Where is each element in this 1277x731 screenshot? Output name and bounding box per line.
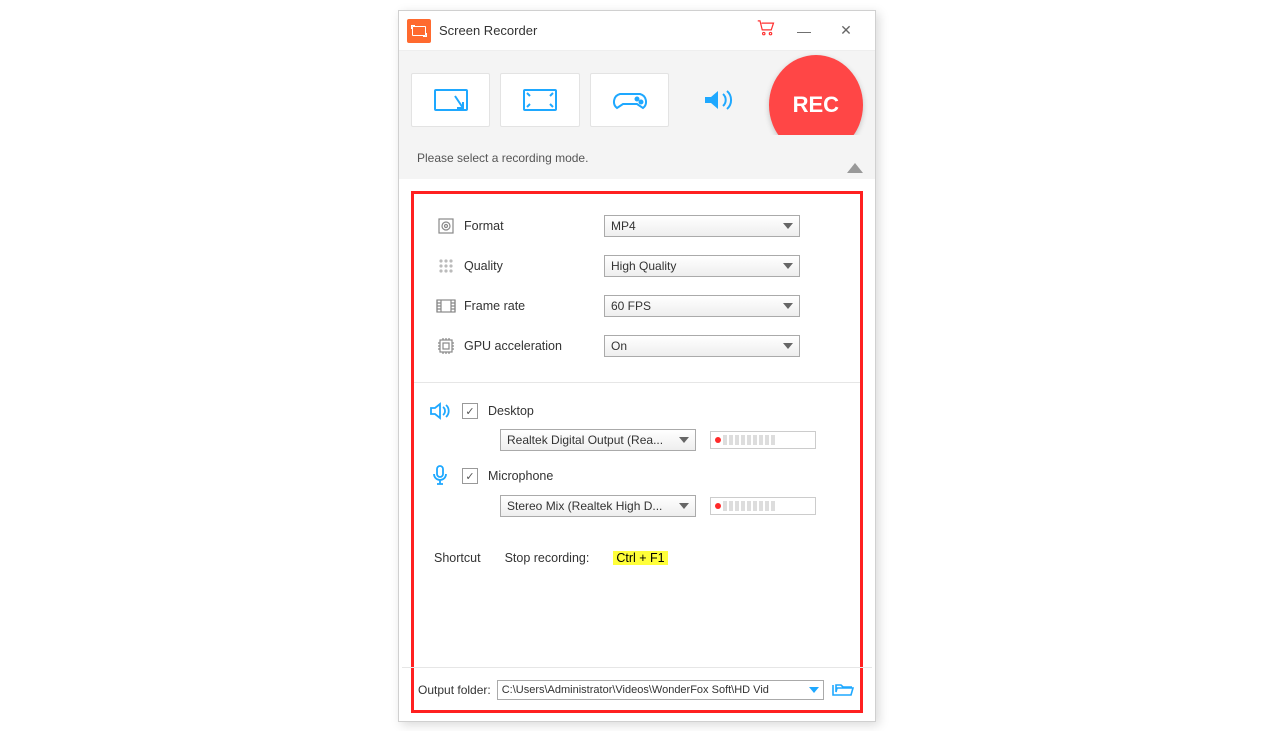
record-label: REC xyxy=(793,92,839,118)
desktop-device-select[interactable]: Realtek Digital Output (Rea... xyxy=(500,429,696,451)
divider xyxy=(414,382,860,383)
gpu-label: GPU acceleration xyxy=(464,339,604,353)
mode-fullscreen-button[interactable] xyxy=(500,73,579,127)
chevron-down-icon xyxy=(679,437,689,443)
output-folder-label: Output folder: xyxy=(418,683,491,697)
app-title: Screen Recorder xyxy=(439,23,537,38)
mic-audio-block: ✓ Microphone Stereo Mix (Realtek High D.… xyxy=(428,465,846,517)
stop-recording-label: Stop recording: xyxy=(505,551,590,565)
shortcut-key: Ctrl + F1 xyxy=(613,551,667,565)
desktop-label: Desktop xyxy=(488,404,534,418)
microphone-icon xyxy=(428,465,452,487)
row-framerate: Frame rate 60 FPS xyxy=(428,288,846,324)
shortcut-row: Shortcut Stop recording: Ctrl + F1 xyxy=(428,531,846,571)
format-select[interactable]: MP4 xyxy=(604,215,800,237)
desktop-audio-block: ✓ Desktop Realtek Digital Output (Rea... xyxy=(428,401,846,451)
app-logo-icon xyxy=(407,19,431,43)
mic-device-select[interactable]: Stereo Mix (Realtek High D... xyxy=(500,495,696,517)
gpu-icon xyxy=(428,337,464,355)
settings-panel: Format MP4 Quality High Quality Frame ra… xyxy=(411,191,863,713)
row-gpu: GPU acceleration On xyxy=(428,328,846,364)
framerate-icon xyxy=(428,298,464,314)
format-icon xyxy=(428,217,464,235)
quality-select[interactable]: High Quality xyxy=(604,255,800,277)
chevron-down-icon xyxy=(783,303,793,309)
open-folder-button[interactable] xyxy=(830,681,856,699)
quality-icon xyxy=(428,257,464,275)
framerate-select[interactable]: 60 FPS xyxy=(604,295,800,317)
app-window: Screen Recorder — ✕ REC Please select a … xyxy=(398,10,876,722)
chevron-down-icon xyxy=(679,503,689,509)
mic-audio-meter xyxy=(710,497,816,515)
quality-label: Quality xyxy=(464,259,604,273)
hint-text: Please select a recording mode. xyxy=(417,151,588,165)
titlebar: Screen Recorder — ✕ xyxy=(399,11,875,51)
close-button[interactable]: ✕ xyxy=(825,11,867,51)
divider xyxy=(402,667,872,668)
mic-checkbox[interactable]: ✓ xyxy=(462,468,478,484)
desktop-audio-meter xyxy=(710,431,816,449)
mic-label: Microphone xyxy=(488,469,553,483)
framerate-label: Frame rate xyxy=(464,299,604,313)
mode-audio-button[interactable] xyxy=(679,73,758,127)
footer: Output folder: C:\Users\Administrator\Vi… xyxy=(414,667,860,700)
hint-row: Please select a recording mode. xyxy=(399,135,875,179)
collapse-icon[interactable] xyxy=(847,163,863,173)
gpu-select[interactable]: On xyxy=(604,335,800,357)
desktop-checkbox[interactable]: ✓ xyxy=(462,403,478,419)
chevron-down-icon xyxy=(783,263,793,269)
chevron-down-icon xyxy=(809,687,819,693)
speaker-icon xyxy=(428,401,452,421)
shortcut-label: Shortcut xyxy=(434,551,481,565)
chevron-down-icon xyxy=(783,223,793,229)
cart-icon[interactable] xyxy=(749,16,783,45)
chevron-down-icon xyxy=(783,343,793,349)
mode-row: REC xyxy=(399,51,875,135)
mode-game-button[interactable] xyxy=(590,73,669,127)
minimize-button[interactable]: — xyxy=(783,11,825,51)
row-quality: Quality High Quality xyxy=(428,248,846,284)
mode-region-button[interactable] xyxy=(411,73,490,127)
row-format: Format MP4 xyxy=(428,208,846,244)
format-label: Format xyxy=(464,219,604,233)
output-folder-select[interactable]: C:\Users\Administrator\Videos\WonderFox … xyxy=(497,680,824,700)
